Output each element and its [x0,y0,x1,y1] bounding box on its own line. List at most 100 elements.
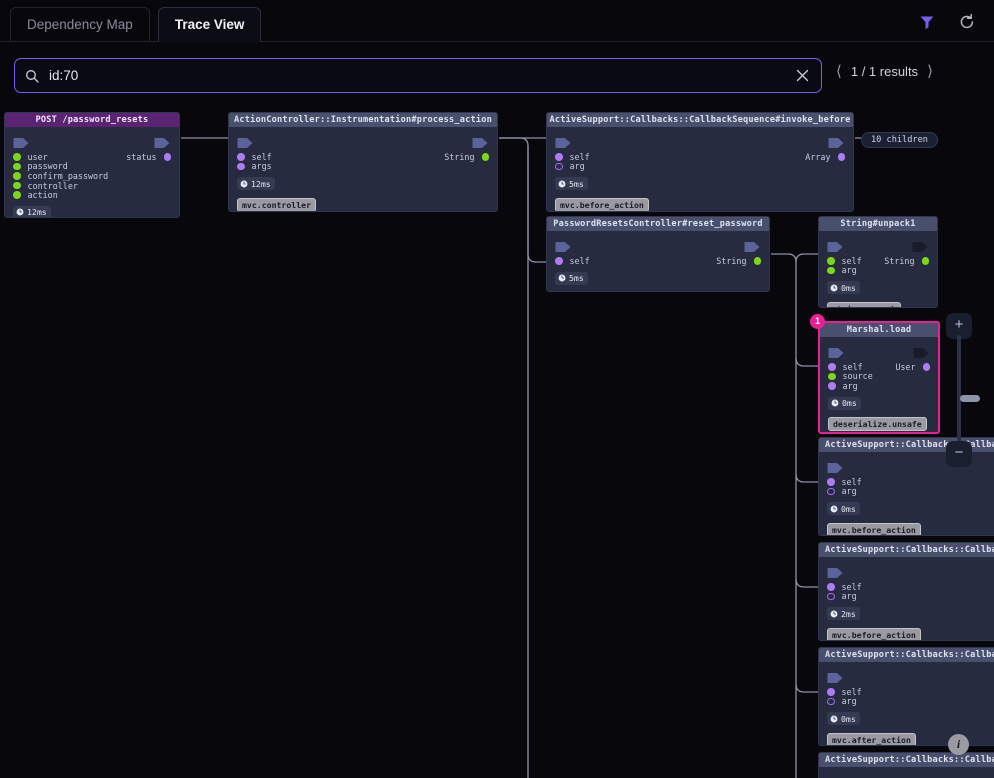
trace-node-title: ActiveSupport::Callbacks::Callba [819,753,994,767]
output-port: Array [805,152,845,162]
port-row: self Array [555,152,845,162]
input-port: user [13,152,48,162]
port-arrows [13,133,171,148]
chevron-left-icon[interactable]: ⟨ [836,64,842,79]
duration-badge: 12ms [13,205,51,218]
duration-label: 5ms [569,178,584,189]
children-count-pill[interactable]: 10 children [861,132,938,148]
zoom-slider-handle[interactable] [960,395,980,402]
port-row: arg [827,591,994,601]
input-port-dot [827,592,835,601]
input-port-label: self [841,476,862,487]
input-port: arg [827,591,857,601]
output-port-dot [921,257,929,265]
port-arrows [827,237,929,252]
tag-row: mvc.controller [237,192,489,211]
trace-node-body: self String args 12ms mvc.controller [229,127,497,211]
search-icon [25,69,39,83]
port-row: self String [555,256,761,266]
output-arrow-icon[interactable] [913,344,930,358]
output-port-label: Array [805,151,831,162]
input-port: arg [827,696,857,706]
input-arrow-icon[interactable] [237,134,254,148]
close-icon[interactable] [794,67,811,84]
span-kind-tag: mvc.before_action [555,197,649,211]
duration-label: 2ms [841,608,856,619]
input-port: action [13,190,58,200]
tag-row: mvc.before_action [555,192,845,211]
output-port-label: String [716,255,747,266]
filter-icon[interactable] [916,11,938,33]
tab-dependency-map[interactable]: Dependency Map [10,7,150,41]
port-row: arg [827,696,994,706]
output-port-label: status [126,151,157,162]
trace-node-marshal_load[interactable]: Marshal.load self User source arg 0ms deserial… [818,321,940,434]
trace-node-cb2[interactable]: ActiveSupport::Callbacks::Callbaself arg2… [818,542,994,641]
input-arrow-icon[interactable] [827,669,844,683]
input-arrow-icon[interactable] [827,238,844,252]
output-arrow-icon[interactable] [912,238,929,252]
output-arrow-icon[interactable] [744,238,761,252]
input-arrow-icon[interactable] [555,134,572,148]
trace-node-title: ActiveSupport::Callbacks::Callba [819,543,994,557]
trace-node-unpack1[interactable]: String#unpack1 self String arg 0ms string.unp… [818,216,938,308]
input-arrow-icon[interactable] [827,774,844,778]
trace-node-cb4[interactable]: ActiveSupport::Callbacks::Callba [818,752,994,778]
input-arrow-icon[interactable] [13,134,30,148]
duration-label: 12ms [251,178,271,189]
span-kind-tag: string.unpack [827,301,902,307]
trace-node-reset_password[interactable]: PasswordResetsController#reset_passwords… [546,216,770,292]
port-arrows [828,343,930,358]
port-row: self User [828,362,930,372]
zoom-out-button[interactable]: − [946,441,972,467]
trace-node-root[interactable]: POST /password_resetsuser status password c… [4,112,180,218]
output-port-dot [753,257,761,265]
info-button[interactable]: i [948,734,969,755]
duration-label: 0ms [842,398,857,409]
refresh-icon[interactable] [956,11,978,33]
tab-bar: Dependency Map Trace View [0,0,994,42]
issue-count-badge[interactable]: 1 [810,314,825,329]
duration-label: 12ms [27,207,47,218]
input-port-dot [827,688,835,696]
output-arrow-icon[interactable] [154,134,171,148]
port-row: arg [827,486,994,496]
input-arrow-icon[interactable] [827,459,844,473]
zoom-control: + − [946,313,980,467]
port-row: user status [13,152,171,162]
input-port-dot [237,162,245,171]
input-port: self [827,582,862,592]
input-port: arg [827,486,857,496]
port-row: arg [555,161,845,171]
children-count-label: 10 children [871,135,928,145]
input-port-dot [827,266,835,275]
span-kind-tag: mvc.before_action [827,627,921,640]
input-arrow-icon[interactable] [555,238,572,252]
port-arrows [827,773,994,778]
input-port-label: user [27,151,48,162]
port-arrows [827,563,994,578]
trace-node-process_action[interactable]: ActionController::Instrumentation#proces… [228,112,498,212]
trace-node-title: POST /password_resets [5,113,179,127]
trace-graph-canvas[interactable]: POST /password_resetsuser status password c… [0,108,994,778]
input-port-label: self [569,255,590,266]
tag-row: deserialize.unsafe [828,411,930,432]
search-input[interactable]: id:70 [14,58,822,93]
input-port: args [237,161,272,171]
input-port-label: args [251,161,272,172]
output-port: String [884,256,929,266]
tab-trace-view[interactable]: Trace View [157,7,262,42]
input-port-label: password [27,161,68,172]
input-port: confirm_password [13,171,108,181]
trace-node-cb3[interactable]: ActiveSupport::Callbacks::Callba self arg 0… [818,647,994,746]
trace-node-invoke_before[interactable]: ActiveSupport::Callbacks::CallbackSequen… [546,112,854,212]
input-port-dot [827,257,835,265]
output-arrow-icon[interactable] [472,134,489,148]
trace-node-title: PasswordResetsController#reset_password [547,217,769,231]
output-arrow-icon[interactable] [828,134,845,148]
input-port-label: self [569,151,590,162]
input-arrow-icon[interactable] [827,564,844,578]
input-arrow-icon[interactable] [828,344,845,358]
input-port-label: arg [842,380,858,391]
chevron-right-icon[interactable]: ⟩ [927,64,933,79]
